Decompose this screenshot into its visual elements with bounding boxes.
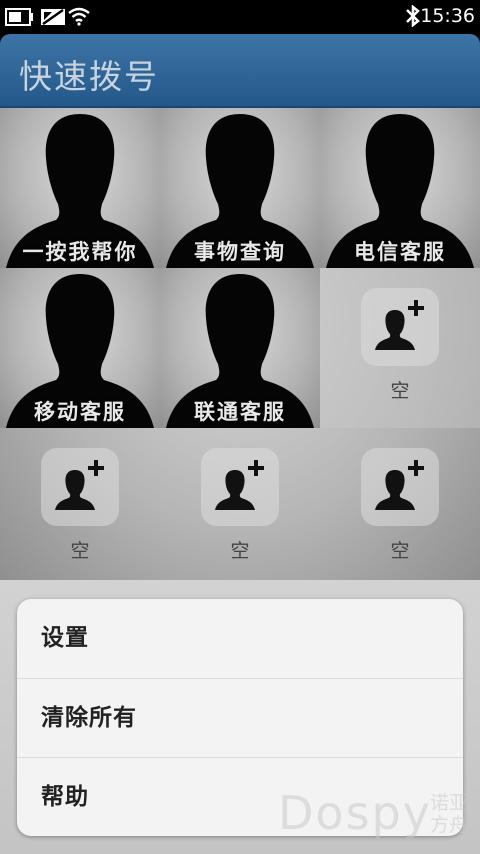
watermark: Dospy (278, 786, 432, 840)
empty-slot-label: 空 (390, 380, 410, 402)
speed-dial-contact[interactable]: 电信客服 (320, 108, 480, 268)
contact-name: 电信客服 (354, 240, 446, 264)
empty-slot-label: 空 (70, 540, 90, 562)
watermark-side-text: 诺亚方舟 (430, 792, 469, 836)
status-time: 15:36 (420, 5, 475, 27)
contact-name: 一按我帮你 (22, 240, 138, 264)
status-bar: 15:36 (0, 0, 480, 34)
empty-slot-label: 空 (230, 540, 250, 562)
speed-dial-contact[interactable]: 一按我帮你 (0, 108, 160, 268)
add-contact-icon (375, 300, 424, 350)
speed-dial-contact[interactable]: 事物查询 (160, 108, 320, 268)
wifi-icon (68, 7, 90, 26)
battery-icon (5, 8, 33, 26)
add-contact-icon (55, 460, 104, 510)
contact-name: 联通客服 (194, 400, 286, 424)
add-contact-tile (361, 448, 439, 526)
page-title: 快速拨号 (19, 57, 159, 96)
speed-dial-empty-slot[interactable]: 空 (160, 428, 320, 588)
empty-slot-label: 空 (390, 540, 410, 562)
speed-dial-empty-slot[interactable]: 空 (0, 428, 160, 588)
speed-dial-empty-slot[interactable]: 空 (320, 428, 480, 588)
speed-dial-contact[interactable]: 联通客服 (160, 268, 320, 428)
menu-item-settings[interactable]: 设置 (17, 599, 463, 678)
menu-item-clear-all[interactable]: 清除所有 (17, 678, 463, 757)
contact-name: 移动客服 (34, 400, 126, 424)
speed-dial-grid: 一按我帮你 事物查询 电信客服 移动客服 联通客服 空 空 空 空 (0, 108, 480, 588)
contact-name: 事物查询 (194, 240, 286, 264)
signal-off-icon (41, 8, 65, 26)
speed-dial-empty-slot[interactable]: 空 (320, 268, 480, 428)
app-bar: 快速拨号 (0, 34, 480, 108)
add-contact-tile (41, 448, 119, 526)
add-contact-tile (361, 288, 439, 366)
speed-dial-contact[interactable]: 移动客服 (0, 268, 160, 428)
add-contact-icon (375, 460, 424, 510)
add-contact-icon (215, 460, 264, 510)
add-contact-tile (201, 448, 279, 526)
